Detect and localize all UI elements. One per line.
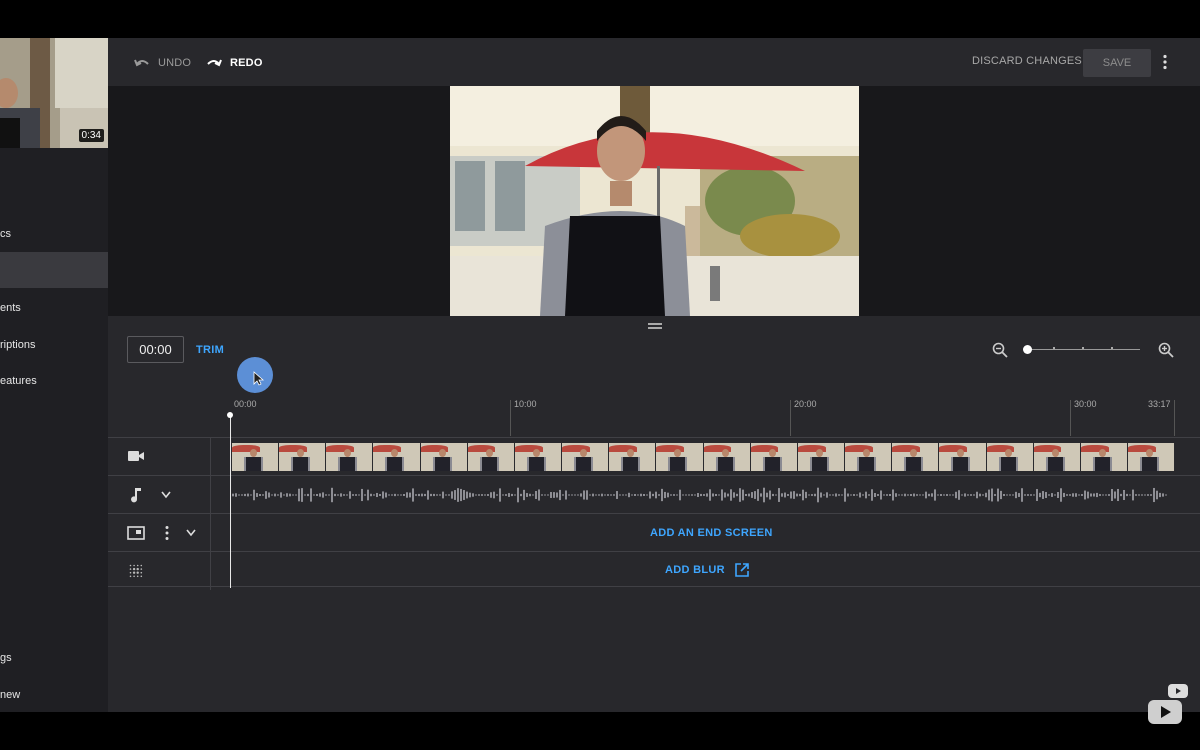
youtube-watermark-icon: [1148, 700, 1182, 724]
filmstrip-frame: [986, 443, 1034, 471]
sidebar: 0:34 cs ents riptions eatures gs new: [0, 38, 108, 712]
filmstrip-frame: [845, 443, 893, 471]
video-track: [108, 437, 1200, 476]
undo-button[interactable]: UNDO: [134, 54, 191, 72]
ruler-label: 10:00: [514, 399, 537, 409]
ruler-tick: [1070, 400, 1071, 436]
timeline-panel: 00:00 TRIM 00:00 10:00 20:00 30:00 33:17: [108, 316, 1200, 712]
save-button[interactable]: SAVE: [1083, 49, 1151, 77]
sidebar-item-features[interactable]: eatures: [0, 363, 108, 399]
zoom-slider-track[interactable]: [1026, 349, 1140, 350]
zoom-out-icon[interactable]: [992, 342, 1008, 358]
duration-badge: 0:34: [78, 129, 104, 142]
zoom-in-icon[interactable]: [1158, 342, 1174, 358]
ruler-label: 33:17: [1148, 399, 1171, 409]
ruler-tick: [510, 400, 511, 436]
filmstrip-frame: [797, 443, 846, 471]
filmstrip-frame: [750, 443, 798, 471]
filmstrip-frame: [1080, 443, 1128, 471]
chevron-down-icon[interactable]: [161, 491, 171, 499]
chevron-down-icon[interactable]: [186, 529, 196, 537]
ruler-label: 20:00: [794, 399, 817, 409]
filmstrip-frame: [562, 443, 610, 471]
filmstrip-frame: [656, 443, 704, 471]
track-divider: [108, 586, 1200, 587]
add-blur-label: ADD BLUR: [665, 564, 725, 576]
add-blur-button[interactable]: ADD BLUR: [665, 563, 749, 577]
audio-waveform[interactable]: [232, 482, 1167, 508]
end-screen-icon: [127, 526, 145, 540]
sidebar-item-subtitles[interactable]: riptions: [0, 327, 108, 363]
sidebar-item-label: eatures: [0, 375, 37, 387]
preview-area: [108, 86, 1200, 316]
end-screen-track: ADD AN END SCREEN: [108, 513, 1200, 552]
video-thumbnail[interactable]: 0:34: [0, 38, 108, 148]
redo-button[interactable]: REDO: [206, 54, 263, 72]
track-label: [108, 476, 211, 514]
video-camera-icon: [128, 451, 144, 461]
open-in-new-icon: [735, 563, 749, 577]
filmstrip-frame: [609, 443, 657, 471]
blur-grid-icon: [129, 564, 143, 578]
sidebar-item-settings[interactable]: gs: [0, 640, 108, 676]
filmstrip-frame: [373, 443, 421, 471]
pointer-icon: [253, 371, 265, 386]
resize-handle[interactable]: [648, 323, 662, 329]
ruler-tick: [1174, 400, 1175, 436]
more-options-icon[interactable]: [164, 525, 170, 541]
sidebar-item-label: cs: [0, 228, 11, 240]
zoom-slider-tick: [1111, 347, 1113, 349]
current-time-field[interactable]: 00:00: [127, 336, 184, 363]
filmstrip-frame: [420, 443, 468, 471]
trim-button[interactable]: TRIM: [196, 344, 224, 356]
filmstrip-frame: [1127, 443, 1176, 471]
sidebar-item-analytics[interactable]: cs: [0, 216, 108, 252]
video-filmstrip[interactable]: [232, 443, 1176, 471]
filmstrip-frame: [279, 443, 327, 471]
add-end-screen-button[interactable]: ADD AN END SCREEN: [650, 527, 773, 539]
ruler-label: 00:00: [234, 399, 257, 409]
video-frame-image: [450, 86, 859, 316]
discard-changes-button[interactable]: DISCARD CHANGES: [972, 55, 1082, 67]
music-note-icon: [131, 488, 141, 503]
youtube-logo-icon: [1168, 684, 1188, 698]
audio-track: [108, 475, 1200, 514]
filmstrip-frame: [703, 443, 751, 471]
sidebar-item-label: new: [0, 689, 21, 701]
sidebar-item-comments[interactable]: ents: [0, 290, 108, 326]
filmstrip-frame: [232, 443, 280, 471]
video-preview[interactable]: [450, 86, 859, 316]
undo-icon: [134, 59, 149, 67]
mouse-cursor-highlight: [237, 357, 273, 393]
sidebar-item-label: ents: [0, 302, 21, 314]
sidebar-item-label: riptions: [0, 339, 36, 351]
track-label: [108, 438, 211, 476]
filmstrip-frame: [514, 443, 563, 471]
filmstrip-frame: [892, 443, 940, 471]
track-label: [108, 514, 211, 552]
more-options-icon[interactable]: [1162, 54, 1168, 70]
undo-label: UNDO: [158, 57, 192, 69]
filmstrip-frame: [467, 443, 515, 471]
playhead[interactable]: [230, 413, 231, 588]
blur-track: ADD BLUR: [108, 551, 1200, 590]
filmstrip-frame: [326, 443, 374, 471]
ruler-tick: [790, 400, 791, 436]
ruler-label: 30:00: [1074, 399, 1097, 409]
sidebar-item-whats-new[interactable]: new: [0, 677, 108, 712]
playhead-handle[interactable]: [227, 412, 233, 418]
sidebar-item-label: gs: [0, 652, 12, 664]
filmstrip-frame: [939, 443, 987, 471]
zoom-slider-tick: [1082, 347, 1084, 349]
sidebar-item-editor[interactable]: [0, 252, 108, 288]
filmstrip-frame: [1033, 443, 1081, 471]
letterbox-top: [0, 0, 1200, 38]
redo-label: REDO: [230, 57, 263, 69]
letterbox-bottom: [0, 700, 1200, 750]
redo-icon: [207, 59, 222, 67]
zoom-slider-handle[interactable]: [1023, 345, 1032, 354]
track-label: [108, 552, 211, 590]
zoom-slider-tick: [1053, 347, 1055, 349]
editor-header: UNDO REDO DISCARD CHANGES SAVE: [108, 38, 1200, 86]
